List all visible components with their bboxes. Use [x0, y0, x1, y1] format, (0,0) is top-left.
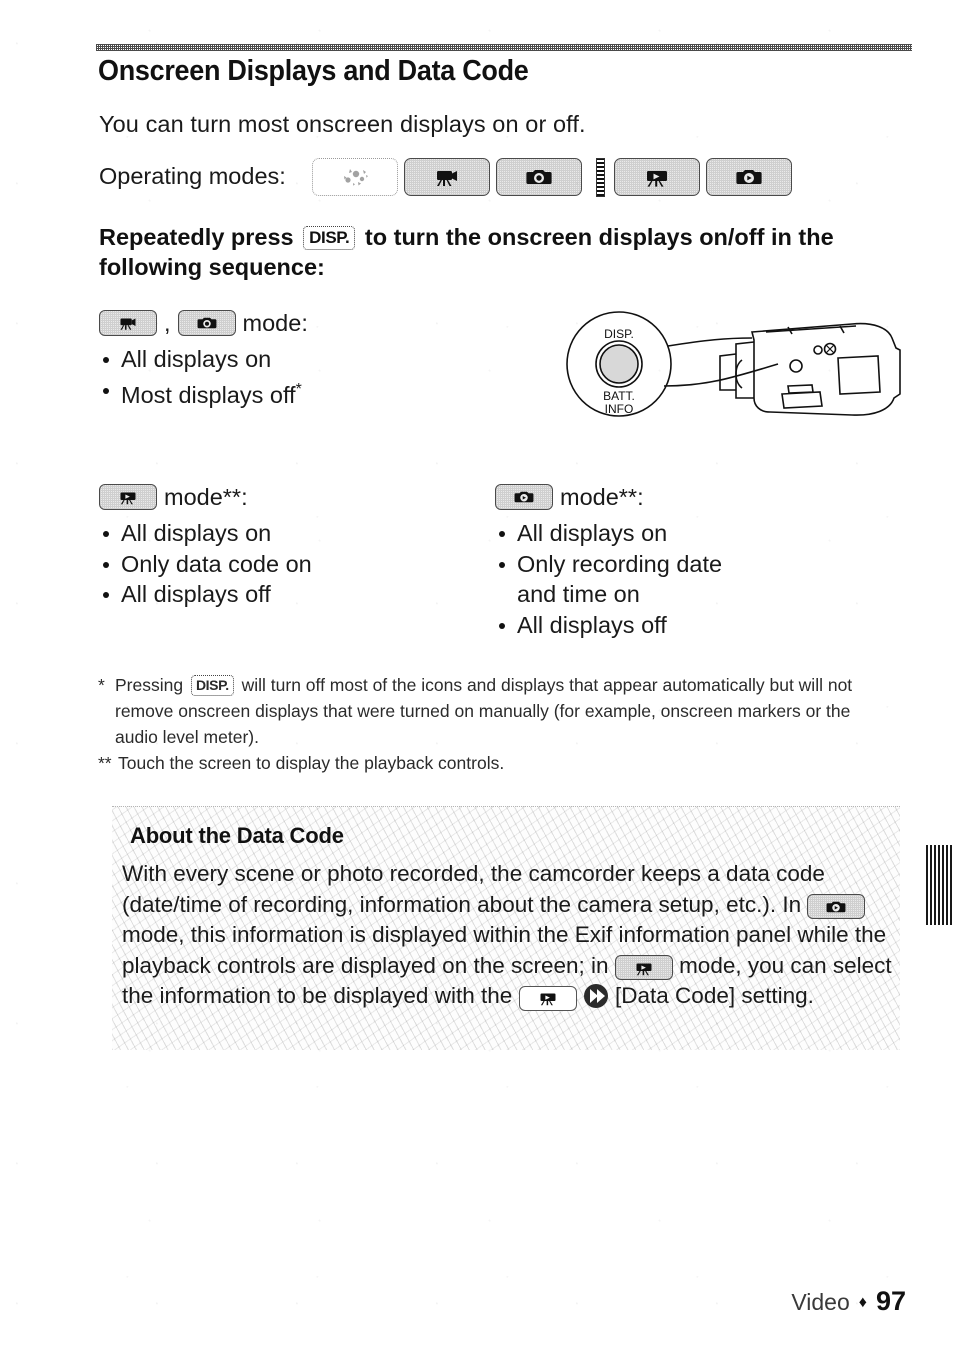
footnote-single: * Pressing DISP. will turn off most of t… [98, 672, 898, 750]
record-mode-block: , mode: All displays on Most displays of… [99, 308, 519, 410]
footnote-double-marker: ** [98, 753, 112, 773]
movie-playback-label: mode**: [164, 483, 248, 510]
page-number: 97 [875, 1286, 906, 1316]
about-part4: [Data Code] setting. [615, 983, 814, 1008]
movie-playback-chip-outline [518, 985, 577, 1011]
menu-chevron-icon [583, 984, 608, 1008]
disp-button-badge: DISP. [303, 226, 356, 250]
photo-playback-header: mode**: [495, 482, 875, 512]
movie-camera-icon [437, 171, 457, 186]
footnote-double-text: Touch the screen to display the playback… [118, 753, 505, 773]
list-item: All displays off [495, 610, 875, 641]
movie-playback-block: mode**: All displays on Only data code o… [99, 482, 479, 610]
photo-playback-icon [514, 491, 534, 503]
photo-camera-icon [197, 317, 216, 329]
about-data-code-box: About the Data Code With every scene or … [112, 806, 900, 1050]
photo-record-chip [177, 310, 236, 336]
mode-chip-movie-record [404, 158, 490, 196]
camcorder-illustration: DISP. BATT. INFO [556, 302, 906, 442]
footnote-double: ** Touch the screen to display the playb… [98, 750, 898, 776]
info-label: INFO [605, 402, 634, 416]
photo-playback-chip [495, 484, 553, 510]
manual-page: Onscreen Displays and Data Code You can … [0, 0, 954, 1345]
record-mode-header: , mode: [99, 308, 519, 338]
mode-chip-photo-playback [706, 158, 792, 196]
record-mode-label: mode: [242, 309, 308, 336]
film-strip-divider [596, 158, 605, 197]
movie-playback-icon [647, 171, 667, 187]
smart-auto-icon [344, 169, 368, 186]
instruction-before: Repeatedly press [99, 224, 294, 250]
list-item-continuation: and time on [495, 579, 875, 610]
photo-playback-chip [807, 894, 866, 919]
intro-text: You can turn most onscreen displays on o… [99, 111, 586, 137]
movie-playback-header: mode**: [99, 482, 479, 512]
disp-button-badge: DISP. [190, 674, 234, 696]
list-item-text: All displays off [517, 611, 667, 638]
mode-chip-photo-record [496, 158, 582, 196]
disp-label: DISP. [604, 327, 634, 341]
list-item: All displays off [99, 579, 479, 610]
operating-modes-label: Operating modes: [99, 163, 286, 189]
top-decorative-rule [96, 44, 912, 51]
list-item: Only recording date [495, 549, 875, 580]
movie-playback-list: All displays on Only data code on All di… [99, 518, 479, 610]
diamond-separator-icon: ♦ [858, 1294, 867, 1311]
movie-playback-icon [636, 963, 652, 975]
page-footer: Video ♦ 97 [791, 1286, 906, 1317]
movie-record-chip [99, 310, 157, 336]
footnote-single-before: Pressing [115, 675, 184, 695]
chip-separator: , [164, 309, 171, 336]
photo-playback-block: mode**: All displays on Only recording d… [495, 482, 875, 640]
list-item: Only data code on [99, 549, 479, 580]
about-box-title: About the Data Code [130, 823, 344, 848]
footnote-single-text: Pressing DISP. will turn off most of the… [115, 672, 898, 750]
movie-playback-icon [540, 993, 555, 1006]
mode-chip-movie-playback [614, 158, 700, 196]
footnote-marker: * [295, 380, 302, 398]
list-item-text: All displays off [121, 581, 271, 607]
photo-camera-icon [526, 170, 552, 184]
about-box-body: With every scene or photo recorded, the … [122, 859, 894, 1012]
photo-playback-label: mode**: [560, 483, 644, 510]
instruction-sentence: Repeatedly press DISP. to turn the onscr… [99, 222, 899, 282]
movie-playback-chip [614, 955, 673, 980]
mode-chip-smart-auto [312, 158, 398, 196]
list-item-text: and time on [517, 581, 640, 607]
list-item-text: All displays on [517, 520, 668, 546]
list-item-text: Most displays off [121, 381, 296, 408]
list-item: All displays on [99, 518, 479, 549]
record-mode-list: All displays on Most displays off* [99, 344, 519, 410]
list-item: Most displays off* [99, 375, 519, 410]
footnotes: * Pressing DISP. will turn off most of t… [98, 672, 898, 776]
list-item-text: Only data code on [121, 550, 312, 577]
page-title: Onscreen Displays and Data Code [98, 55, 529, 87]
photo-playback-list: All displays on Only recording date and … [495, 518, 875, 640]
list-item-text: All displays on [121, 346, 272, 372]
batt-label: BATT. [603, 389, 635, 403]
photo-playback-icon [826, 901, 846, 912]
menu-chevron-icon [583, 983, 609, 1009]
movie-playback-chip [99, 484, 157, 510]
footnote-single-marker: * [98, 675, 105, 695]
about-part1: With every scene or photo recorded, the … [122, 861, 825, 917]
list-item-text: Only recording date [517, 550, 723, 577]
movie-camera-icon [120, 318, 136, 330]
section-edge-tab [926, 845, 954, 925]
photo-playback-icon [736, 170, 762, 184]
list-item: All displays on [495, 518, 875, 549]
movie-playback-icon [120, 492, 136, 505]
camcorder-drawing: DISP. BATT. INFO [566, 311, 901, 417]
list-item-text: All displays on [121, 520, 272, 546]
list-item: All displays on [99, 344, 519, 375]
footer-section-label: Video [791, 1289, 850, 1315]
